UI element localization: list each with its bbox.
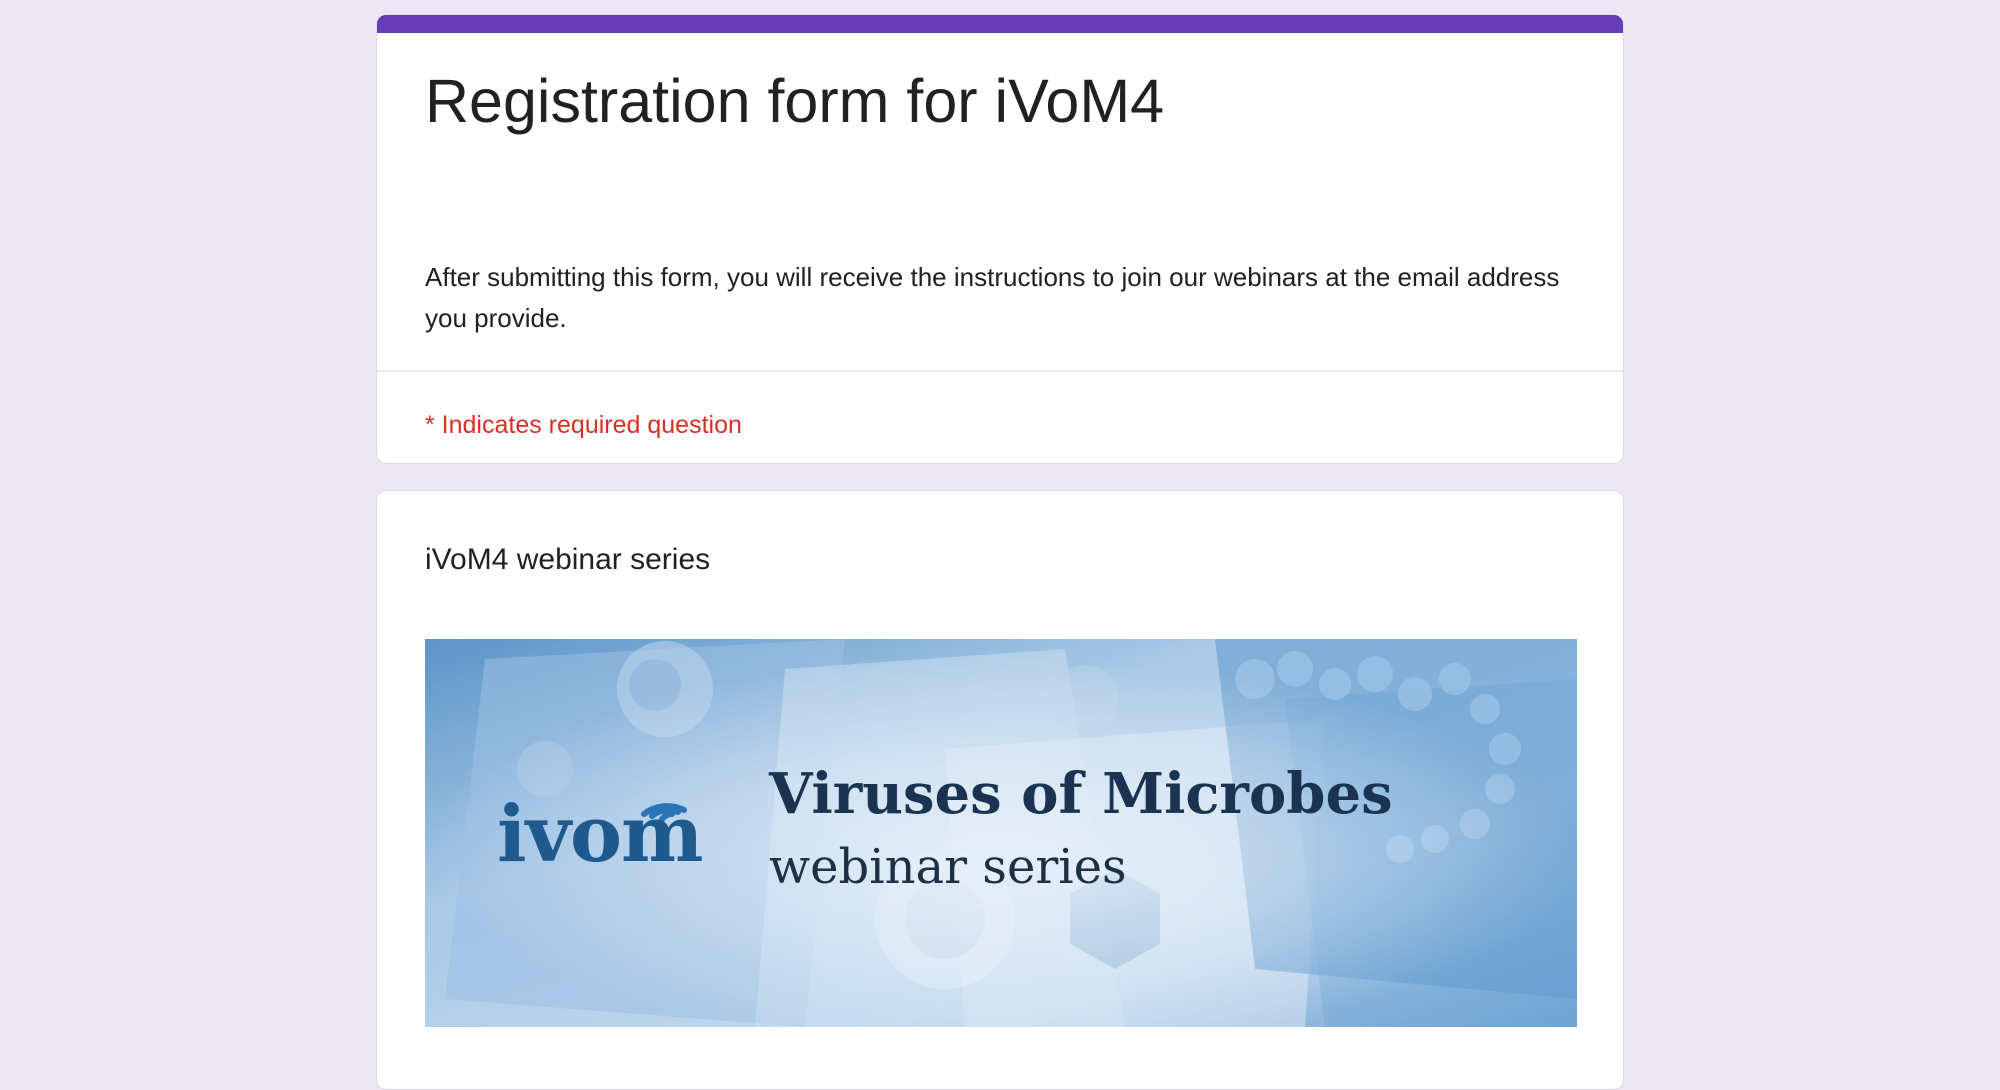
form-title: Registration form for iVoM4 <box>425 67 1165 135</box>
banner-brand-logo: ivom <box>497 789 704 880</box>
section-heading: iVoM4 webinar series <box>425 543 711 576</box>
theme-accent-bar <box>377 15 1623 33</box>
banner-subtitle: webinar series <box>769 839 1127 895</box>
form-description: After submitting this form, you will rec… <box>425 262 1560 333</box>
section-card: iVoM4 webinar series ivom Viruses of Mic… <box>376 490 1624 1090</box>
form-header-card: Registration form for iVoM4 After submit… <box>376 14 1624 464</box>
form-column: Registration form for iVoM4 After submit… <box>376 14 1624 1090</box>
webinar-banner-image: ivom Viruses of Microbes webinar series <box>425 639 1577 1027</box>
header-divider <box>377 370 1623 372</box>
banner-title: Viruses of Microbes <box>769 761 1393 827</box>
required-question-note: * Indicates required question <box>425 411 742 439</box>
